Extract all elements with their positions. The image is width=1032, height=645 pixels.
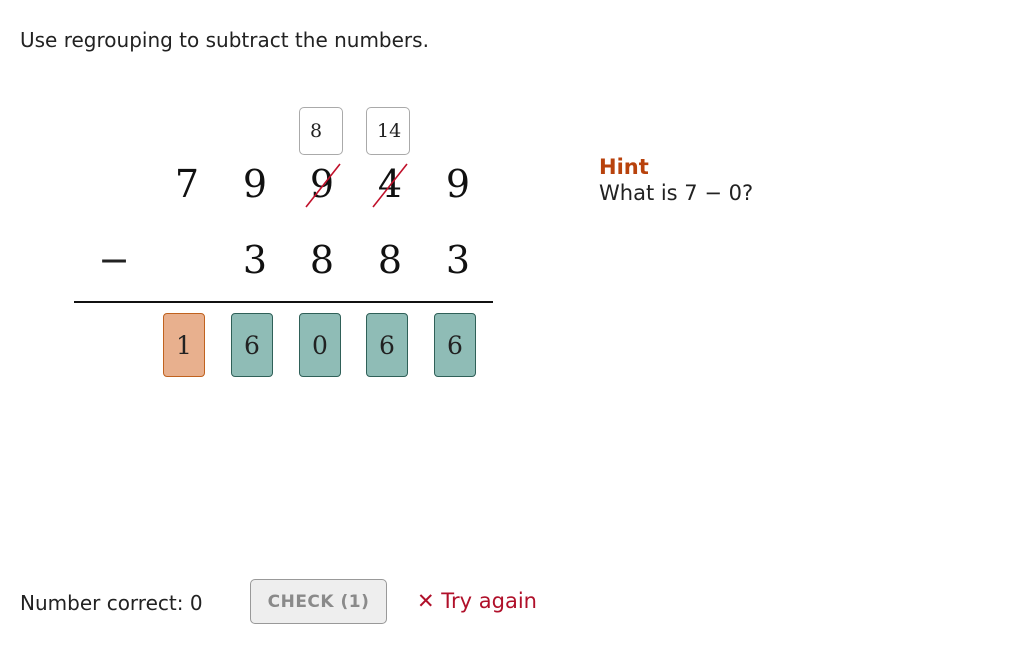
answer-box-correct[interactable]: 0 [299, 313, 341, 377]
number-correct: Number correct: 0 [20, 591, 203, 615]
answer-box-correct[interactable]: 6 [366, 313, 408, 377]
minus-sign: − [98, 238, 130, 282]
instructions: Use regrouping to subtract the numbers. [20, 28, 429, 52]
minuend-digit: 7 [174, 162, 200, 206]
strike-mark [372, 163, 408, 208]
feedback-try-again: ✕ Try again [417, 589, 537, 613]
subtrahend-digit: 3 [445, 238, 471, 282]
answer-box-correct[interactable]: 6 [231, 313, 273, 377]
strike-mark [305, 163, 341, 208]
hint-title: Hint [599, 155, 649, 179]
hint-text: What is 7 − 0? [599, 181, 754, 205]
subtrahend-digit: 3 [242, 238, 268, 282]
carry-input-hundreds[interactable]: 8 [299, 107, 343, 155]
subtrahend-digit: 8 [377, 238, 403, 282]
check-button[interactable]: CHECK (1) [250, 579, 387, 624]
carry-input-tens[interactable]: 14 [366, 107, 410, 155]
minuend-digit: 9 [242, 162, 268, 206]
sum-line [74, 301, 493, 303]
answer-box-incorrect[interactable]: 1 [163, 313, 205, 377]
minuend-digit: 9 [445, 162, 471, 206]
answer-box-correct[interactable]: 6 [434, 313, 476, 377]
subtrahend-digit: 8 [309, 238, 335, 282]
